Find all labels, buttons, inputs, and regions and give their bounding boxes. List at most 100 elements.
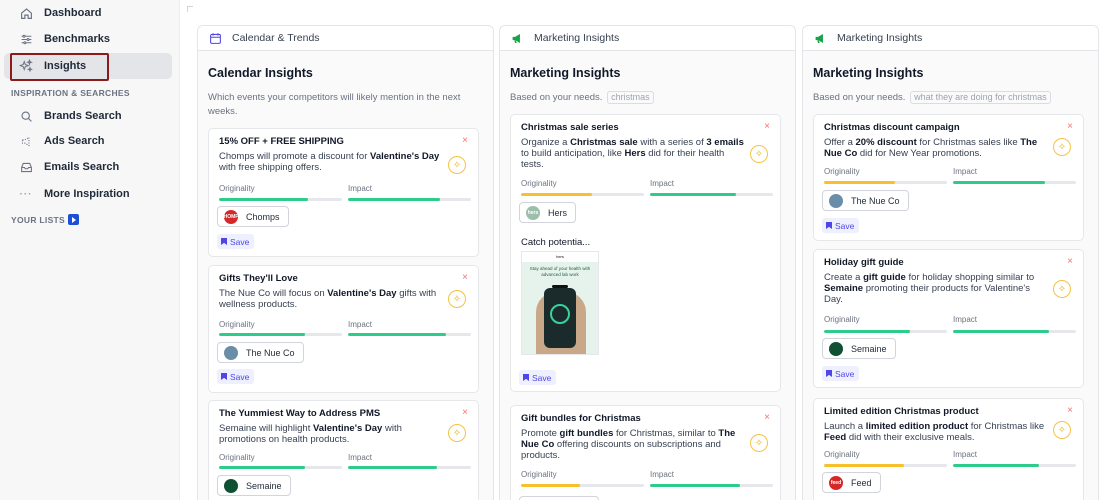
- column-title: Marketing Insights: [813, 66, 924, 80]
- brand-chip[interactable]: Semaine: [217, 475, 291, 496]
- sidebar-item-label: Benchmarks: [44, 33, 111, 45]
- sidebar-item-benchmarks[interactable]: Benchmarks: [4, 26, 172, 52]
- originality-bar: [219, 466, 342, 469]
- brand-logo: feed: [829, 475, 843, 490]
- email-caption: Catch potentia...: [521, 237, 591, 248]
- save-button[interactable]: Save: [822, 366, 860, 381]
- originality-bar: [824, 464, 947, 467]
- sidebar-item-insights[interactable]: Insights: [4, 53, 172, 79]
- section-label-lists[interactable]: YOUR LISTS: [11, 214, 80, 225]
- brand-chip[interactable]: hers Hers: [519, 202, 577, 223]
- close-icon[interactable]: ×: [764, 121, 770, 132]
- megaphone-icon: [511, 32, 524, 45]
- brand-chip[interactable]: [519, 496, 599, 500]
- sparkle-icon[interactable]: ✧: [750, 434, 768, 452]
- sidebar-item-emails-search[interactable]: Emails Search: [4, 154, 172, 180]
- close-icon[interactable]: ×: [1067, 121, 1073, 132]
- close-icon[interactable]: ×: [1067, 405, 1073, 416]
- email-brand: hers: [522, 252, 598, 262]
- card-description: Semaine will highlight Valentine's Day w…: [219, 423, 402, 445]
- card-title: 15% OFF + FREE SHIPPING: [219, 136, 344, 147]
- column-tab[interactable]: Marketing Insights: [803, 26, 1098, 51]
- sidebar-item-brands-search[interactable]: Brands Search: [4, 103, 172, 129]
- column-tab[interactable]: Marketing Insights: [500, 26, 795, 51]
- section-label-inspiration: INSPIRATION & SEARCHES: [11, 88, 130, 98]
- sidebar-item-more-inspiration[interactable]: ··· More Inspiration: [4, 181, 172, 207]
- sidebar-item-dashboard[interactable]: Dashboard: [4, 0, 172, 26]
- close-icon[interactable]: ×: [1067, 256, 1073, 267]
- card-description: Organize a Christmas sale with a series …: [521, 137, 744, 170]
- card-title: Limited edition Christmas product: [824, 406, 979, 417]
- originality-bar: [219, 198, 342, 201]
- sparkle-icon[interactable]: ✧: [1053, 280, 1071, 298]
- originality-label: Originality: [824, 167, 860, 176]
- card-description: Offer a 20% discount for Christmas sales…: [824, 137, 1038, 159]
- column-marketing-insights-2: Marketing Insights Marketing Insights Ba…: [802, 25, 1099, 500]
- phone-image: [544, 288, 576, 348]
- column-subtitle: Based on your needs. what they are doing…: [813, 91, 1088, 105]
- save-button[interactable]: Save: [519, 370, 557, 385]
- insight-card: Christmas sale series × Organize a Chris…: [510, 114, 781, 392]
- card-description: Chomps will promote a discount for Valen…: [219, 151, 440, 173]
- impact-label: Impact: [348, 453, 373, 462]
- impact-label: Impact: [650, 470, 675, 479]
- need-chip[interactable]: what they are doing for christmas: [910, 91, 1051, 104]
- impact-label: Impact: [953, 167, 978, 176]
- brand-chip[interactable]: feed Feed: [822, 472, 881, 493]
- card-title: Gift bundles for Christmas: [521, 413, 641, 424]
- impact-bar: [650, 193, 773, 196]
- sidebar-item-label: Insights: [44, 60, 87, 72]
- corner-mark: [187, 6, 193, 12]
- card-description: Launch a limited edition product for Chr…: [824, 421, 1045, 443]
- column-tab[interactable]: Calendar & Trends: [198, 26, 493, 51]
- save-button[interactable]: Save: [822, 218, 860, 233]
- close-icon[interactable]: ×: [462, 407, 468, 418]
- insight-card: Limited edition Christmas product × Laun…: [813, 398, 1084, 500]
- insight-card: Christmas discount campaign × Offer a 20…: [813, 114, 1084, 241]
- play-icon[interactable]: [68, 214, 80, 225]
- sparkle-icon[interactable]: ✧: [1053, 421, 1071, 439]
- sliders-icon: [18, 31, 34, 47]
- save-button[interactable]: Save: [217, 369, 255, 384]
- column-marketing-insights-1: Marketing Insights Marketing Insights Ba…: [499, 25, 796, 500]
- originality-bar: [521, 193, 644, 196]
- insight-card: Gift bundles for Christmas × Promote gif…: [510, 405, 781, 500]
- email-preview-image[interactable]: hers Stay ahead of your health with adva…: [521, 251, 599, 355]
- sparkle-icon[interactable]: ✧: [448, 290, 466, 308]
- impact-bar: [953, 330, 1076, 333]
- impact-label: Impact: [650, 179, 675, 188]
- close-icon[interactable]: ×: [462, 135, 468, 146]
- save-button[interactable]: Save: [217, 234, 255, 249]
- impact-bar: [953, 181, 1076, 184]
- impact-bar: [953, 464, 1076, 467]
- sidebar-item-ads-search[interactable]: Ads Search: [4, 128, 172, 154]
- sparkle-icon[interactable]: ✧: [448, 424, 466, 442]
- need-chip[interactable]: christmas: [607, 91, 654, 104]
- impact-bar: [650, 484, 773, 487]
- impact-label: Impact: [348, 320, 373, 329]
- column-calendar-insights: Calendar & Trends Calendar Insights Whic…: [197, 25, 494, 500]
- bookmark-icon: [221, 373, 227, 380]
- originality-label: Originality: [219, 453, 255, 462]
- calendar-icon: [209, 32, 222, 45]
- sidebar-item-label: More Inspiration: [44, 188, 130, 200]
- megaphone-icon: [18, 133, 34, 149]
- originality-label: Originality: [521, 179, 557, 188]
- close-icon[interactable]: ×: [764, 412, 770, 423]
- originality-bar: [521, 484, 644, 487]
- ellipsis-icon: ···: [19, 188, 33, 200]
- sparkle-icon[interactable]: ✧: [1053, 138, 1071, 156]
- brand-chip[interactable]: The Nue Co: [217, 342, 304, 363]
- card-description: Create a gift guide for holiday shopping…: [824, 272, 1035, 305]
- brand-chip[interactable]: The Nue Co: [822, 190, 909, 211]
- sparkle-icon[interactable]: ✧: [448, 156, 466, 174]
- email-headline: Stay ahead of your health with advanced …: [529, 266, 591, 277]
- close-icon[interactable]: ×: [462, 272, 468, 283]
- sparkles-icon: [18, 58, 34, 74]
- bookmark-icon: [221, 238, 227, 245]
- brand-chip[interactable]: CHOMPS Chomps: [217, 206, 289, 227]
- brand-chip[interactable]: Semaine: [822, 338, 896, 359]
- sparkle-icon[interactable]: ✧: [750, 145, 768, 163]
- search-icon: [18, 108, 34, 124]
- column-subtitle: Based on your needs. christmas: [510, 91, 785, 105]
